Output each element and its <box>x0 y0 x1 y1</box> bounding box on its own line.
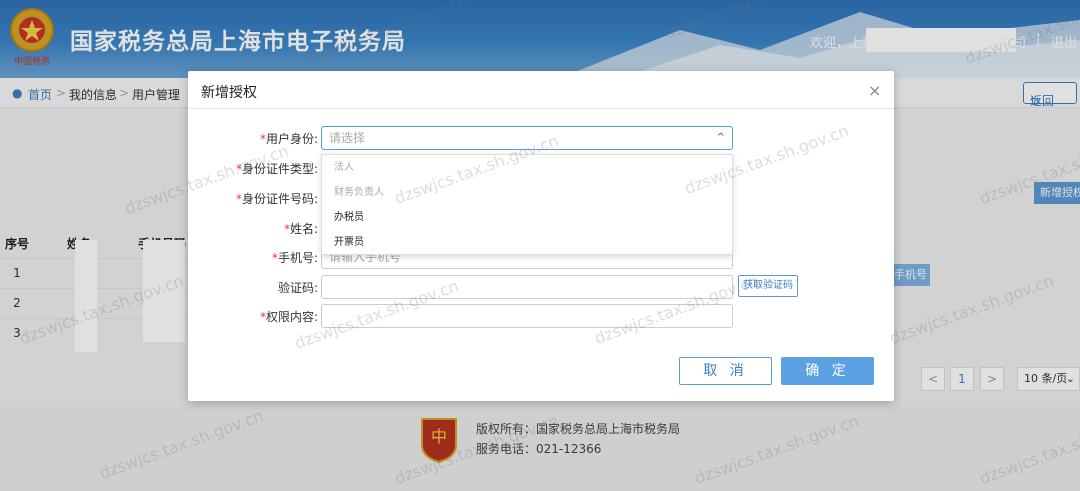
identity-select[interactable]: 请选择 ^ <box>321 126 733 150</box>
label-id-type: *身份证件类型: <box>188 160 318 177</box>
label-text: 手机号: <box>277 251 318 265</box>
confirm-button[interactable]: 确 定 <box>781 357 874 385</box>
label-text: 身份证件号码: <box>241 192 318 206</box>
label-text: 姓名: <box>289 222 318 236</box>
label-permission: *权限内容: <box>188 308 318 325</box>
chevron-up-icon: ^ <box>716 132 725 143</box>
label-text: 权限内容: <box>265 310 318 324</box>
label-code: 验证码: <box>188 279 318 296</box>
add-authorization-dialog: 新增授权 × *用户身份: *身份证件类型: *身份证件号码: *姓名: *手机… <box>188 71 894 401</box>
option-invoice-clerk[interactable]: 开票员 <box>322 230 732 255</box>
permission-input[interactable] <box>321 304 733 328</box>
label-id-number: *身份证件号码: <box>188 190 318 207</box>
label-text: 验证码: <box>277 281 318 295</box>
close-icon[interactable]: × <box>868 81 881 100</box>
get-code-button[interactable]: 获取验证码 <box>738 275 798 297</box>
label-identity: *用户身份: <box>188 130 318 147</box>
label-text: 用户身份: <box>265 132 318 146</box>
option-finance-head: 财务负责人 <box>334 187 384 198</box>
dialog-title: 新增授权 <box>201 85 257 101</box>
label-phone: *手机号: <box>188 249 318 266</box>
option-tax-clerk[interactable]: 办税员 <box>322 205 732 230</box>
label-name: *姓名: <box>188 220 318 237</box>
option-legal-person: 法人 <box>334 162 354 173</box>
code-input[interactable] <box>321 275 733 299</box>
identity-dropdown: 法人 财务负责人 办税员 开票员 <box>321 154 733 255</box>
cancel-button[interactable]: 取 消 <box>679 357 772 385</box>
identity-placeholder: 请选择 <box>329 131 366 145</box>
label-text: 身份证件类型: <box>241 162 318 176</box>
dialog-divider <box>188 108 894 109</box>
